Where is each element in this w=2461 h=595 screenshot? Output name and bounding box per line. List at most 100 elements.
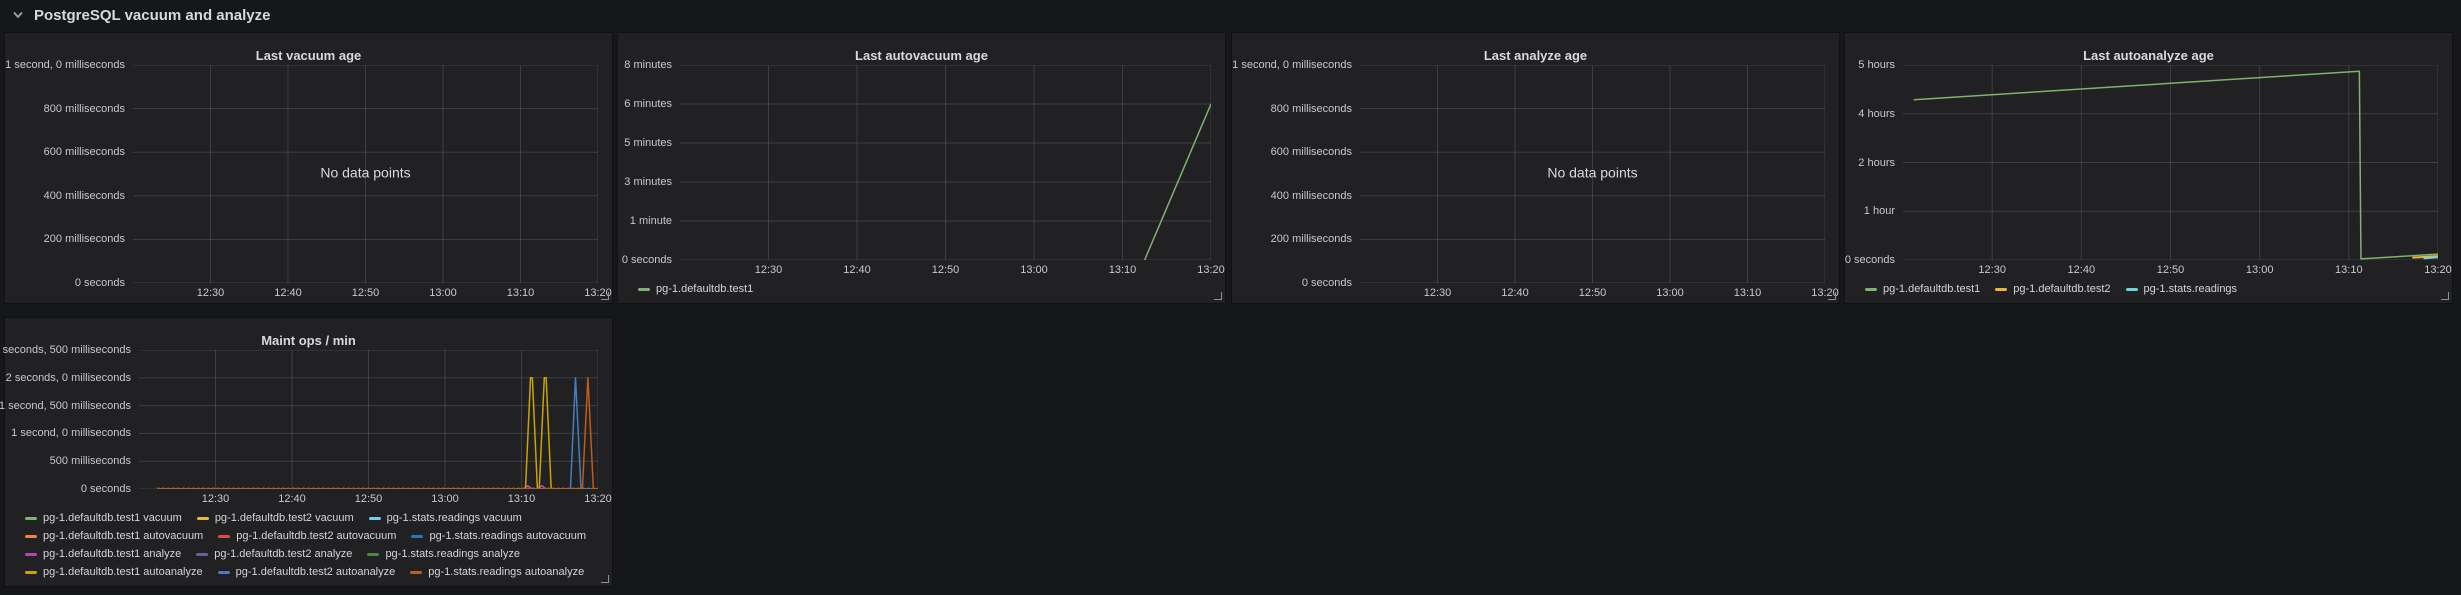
legend-item-pg-1-defaultdb-test2-vacuum[interactable]: pg-1.defaultdb.test2 vacuum [197,512,354,524]
series-line-pg-1-stats-readings [2424,257,2438,258]
x-tick-label: 12:40 [1501,287,1529,299]
y-tick-label: 200 milliseconds [1271,233,1352,245]
panels-container: Last vacuum age1 second, 0 milliseconds8… [0,0,2461,595]
y-tick-label: 1 second, 0 milliseconds [5,59,125,71]
legend-item-pg-1-defaultdb-test2-autoanalyze[interactable]: pg-1.defaultdb.test2 autoanalyze [218,566,396,578]
legend-series-swatch [218,571,230,574]
panel-last-autoanalyze-age: Last autoanalyze age5 hours4 hours2 hour… [1845,33,2452,303]
legend-item-pg-1-defaultdb-test1[interactable]: pg-1.defaultdb.test1 [1865,283,1980,295]
plot-canvas[interactable] [1360,65,1825,283]
x-tick-label: 12:30 [1978,264,2006,276]
legend-item-pg-1-defaultdb-test2-autovacuum[interactable]: pg-1.defaultdb.test2 autovacuum [218,530,396,542]
plot-area: No data points [1360,65,1825,283]
x-axis: 12:3012:4012:5013:0013:1013:20 [618,260,1225,280]
x-tick-label: 13:10 [508,493,536,505]
legend-item-pg-1-defaultdb-test1[interactable]: pg-1.defaultdb.test1 [638,283,753,295]
panel-resize-handle[interactable] [2441,292,2449,300]
legend-row: pg-1.defaultdb.test1 analyze pg-1.default… [25,545,604,563]
y-tick-label: 2 seconds, 500 milliseconds [0,344,131,356]
panel-title[interactable]: Last autovacuum age [618,33,1225,65]
legend-series-swatch [2126,288,2138,291]
x-tick-label: 13:00 [2246,264,2274,276]
panel-resize-handle[interactable] [1214,292,1222,300]
y-tick-label: 1 minute [630,215,672,227]
x-tick-label: 13:10 [2335,264,2363,276]
legend-series-label: pg-1.stats.readings autoanalyze [428,566,584,578]
x-tick-label: 13:10 [507,287,535,299]
y-tick-label: 1 second, 0 milliseconds [1232,59,1352,71]
legend-series-swatch [25,535,37,538]
panel-resize-handle[interactable] [1828,292,1836,300]
legend-series-label: pg-1.defaultdb.test1 [1883,283,1980,295]
y-tick-label: 5 hours [1858,59,1895,71]
panel-resize-handle[interactable] [601,292,609,300]
plot-area [680,65,1211,260]
plot-canvas[interactable] [1903,65,2438,260]
x-tick-label: 12:40 [274,287,302,299]
x-tick-label: 13:20 [584,493,612,505]
plot-canvas[interactable] [133,65,598,283]
plot-row: 1 second, 0 milliseconds800 milliseconds… [1232,65,1839,283]
y-axis-labels: 8 minutes6 minutes5 minutes3 minutes1 mi… [618,65,680,260]
x-tick-label: 13:20 [1197,264,1225,276]
x-tick-labels: 12:3012:4012:5013:0013:1013:20 [1903,260,2438,280]
legend-item-pg-1-stats-readings-autovacuum[interactable]: pg-1.stats.readings autovacuum [411,530,586,542]
plot-canvas[interactable] [139,350,598,489]
plot-row: 5 hours4 hours2 hours1 hour0 seconds [1845,65,2452,260]
y-tick-label: 600 milliseconds [1271,146,1352,158]
legend-item-pg-1-stats-readings-autoanalyze[interactable]: pg-1.stats.readings autoanalyze [410,566,584,578]
x-tick-label: 13:20 [2424,264,2452,276]
plot-canvas[interactable] [680,65,1211,260]
legend-row: pg-1.defaultdb.test1 [638,280,1217,298]
y-tick-label: 0 seconds [622,254,672,266]
legend: pg-1.defaultdb.test1 [618,280,1225,303]
legend-series-swatch [197,517,209,520]
legend-item-pg-1-defaultdb-test1-autovacuum[interactable]: pg-1.defaultdb.test1 autovacuum [25,530,203,542]
legend-row: pg-1.defaultdb.test1 autoanalyze pg-1.def… [25,563,604,581]
legend-series-swatch [25,571,37,574]
y-tick-label: 200 milliseconds [44,233,125,245]
y-tick-label: 800 milliseconds [44,103,125,115]
legend-series-swatch [410,571,422,574]
x-tick-label: 12:30 [197,287,225,299]
x-tick-label: 13:00 [431,493,459,505]
x-tick-label: 12:50 [932,264,960,276]
panel-resize-handle[interactable] [601,575,609,583]
legend-series-label: pg-1.defaultdb.test2 autoanalyze [236,566,396,578]
legend-item-pg-1-stats-readings[interactable]: pg-1.stats.readings [2126,283,2238,295]
panel-title[interactable]: Last autoanalyze age [1845,33,2452,65]
legend-item-pg-1-defaultdb-test1-analyze[interactable]: pg-1.defaultdb.test1 analyze [25,548,181,560]
legend-series-label: pg-1.defaultdb.test1 vacuum [43,512,182,524]
y-tick-label: 0 seconds [1845,254,1895,266]
y-tick-label: 0 seconds [1302,277,1352,289]
legend-series-swatch [196,553,208,556]
x-tick-label: 13:10 [1734,287,1762,299]
legend-series-label: pg-1.defaultdb.test1 autovacuum [43,530,203,542]
y-tick-label: 0 seconds [75,277,125,289]
x-tick-label: 13:00 [1656,287,1684,299]
legend-item-pg-1-defaultdb-test1-autoanalyze[interactable]: pg-1.defaultdb.test1 autoanalyze [25,566,203,578]
legend-series-swatch [369,517,381,520]
legend-series-swatch [1995,288,2007,291]
panel-last-autovacuum-age: Last autovacuum age8 minutes6 minutes5 m… [618,33,1225,303]
legend-series-label: pg-1.stats.readings [2144,283,2238,295]
x-tick-label: 12:40 [278,493,306,505]
legend-row: pg-1.defaultdb.test1 autovacuum pg-1.defa… [25,527,604,545]
y-axis-labels: 5 hours4 hours2 hours1 hour0 seconds [1845,65,1903,260]
legend-series-label: pg-1.stats.readings autovacuum [429,530,586,542]
legend-item-pg-1-stats-readings-vacuum[interactable]: pg-1.stats.readings vacuum [369,512,522,524]
x-tick-label: 12:30 [755,264,783,276]
legend-item-pg-1-defaultdb-test2[interactable]: pg-1.defaultdb.test2 [1995,283,2110,295]
x-tick-labels: 12:3012:4012:5013:0013:1013:20 [139,489,598,509]
plot-row: 8 minutes6 minutes5 minutes3 minutes1 mi… [618,65,1225,260]
legend-series-label: pg-1.defaultdb.test2 vacuum [215,512,354,524]
legend-item-pg-1-defaultdb-test2-analyze[interactable]: pg-1.defaultdb.test2 analyze [196,548,352,560]
y-tick-label: 1 second, 500 milliseconds [0,400,131,412]
x-tick-labels: 12:3012:4012:5013:0013:1013:20 [680,260,1211,280]
panel-last-vacuum-age: Last vacuum age1 second, 0 milliseconds8… [5,33,612,303]
legend-item-pg-1-stats-readings-analyze[interactable]: pg-1.stats.readings analyze [367,548,520,560]
legend-series-swatch [25,553,37,556]
legend-series-label: pg-1.defaultdb.test2 autovacuum [236,530,396,542]
legend-item-pg-1-defaultdb-test1-vacuum[interactable]: pg-1.defaultdb.test1 vacuum [25,512,182,524]
x-tick-label: 12:30 [202,493,230,505]
